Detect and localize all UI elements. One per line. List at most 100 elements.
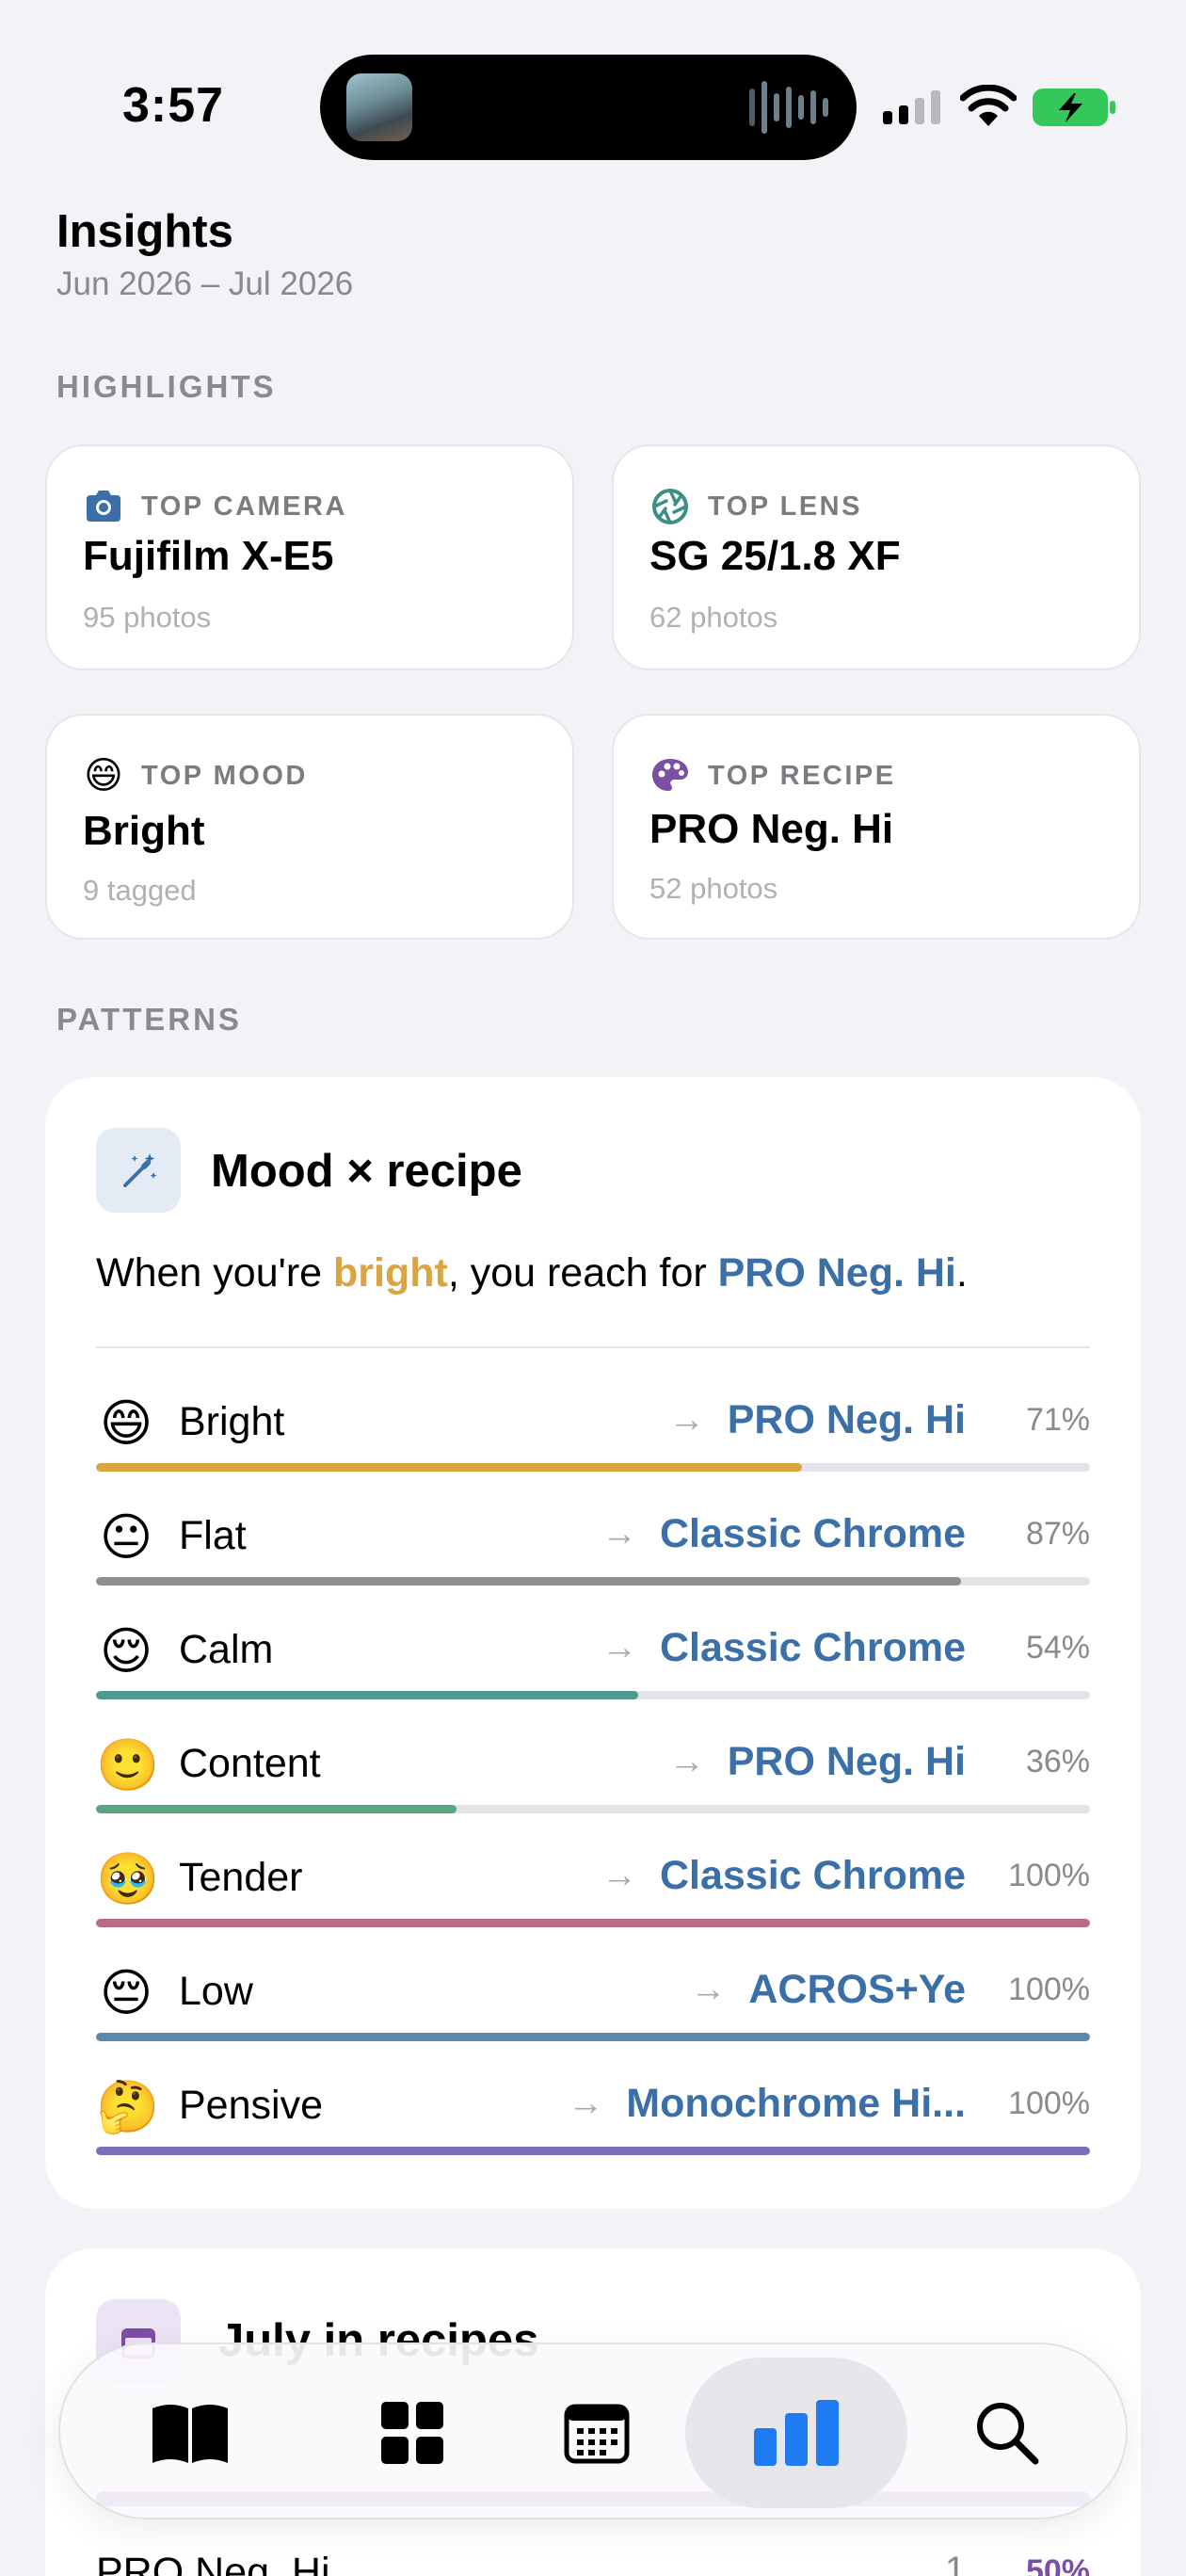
thinking-face-icon: 🤔 xyxy=(96,2079,160,2135)
highlight-count: 52 photos xyxy=(649,872,778,905)
smiling-face-icon: 🙂 xyxy=(96,1737,160,1794)
tab-search[interactable] xyxy=(896,2358,1118,2508)
recipe-name: Classic Chrome xyxy=(659,1625,966,1670)
mood-row-pensive[interactable]: 🤔 Pensive → Monochrome Hi... 100% xyxy=(96,2077,1090,2171)
recipe-name: ACROS+Ye xyxy=(748,1967,966,2012)
recipe-name: PRO Neg. Hi xyxy=(727,1397,966,1442)
arrow-right-icon: → xyxy=(601,1514,637,1554)
recipe-percent: 100% xyxy=(1008,2085,1090,2121)
progress-track xyxy=(96,1463,1090,1472)
status-time: 3:57 xyxy=(122,78,225,133)
progress-fill xyxy=(96,2147,1090,2155)
mood-row-tender[interactable]: 🥹 Tender → Classic Chrome 100% xyxy=(96,1849,1090,1943)
camera-icon xyxy=(87,491,120,522)
arrow-right-icon: → xyxy=(601,1856,637,1895)
summary-middle: , you reach for xyxy=(447,1250,718,1296)
progress-fill xyxy=(96,2033,1090,2041)
summary-prefix: When you're xyxy=(96,1250,333,1296)
highlight-count: 95 photos xyxy=(83,601,212,634)
audio-waveform-icon xyxy=(749,81,828,134)
pleading-face-icon: 🥹 xyxy=(96,1851,160,1908)
highlight-value: PRO Neg. Hi xyxy=(649,806,894,852)
recipe-percent: 50% xyxy=(1025,2553,1090,2576)
bar-chart-icon xyxy=(754,2400,839,2466)
palette-icon xyxy=(652,759,688,791)
section-label-patterns: PATTERNS xyxy=(56,1002,242,1037)
mood-label: Content xyxy=(179,1741,321,1786)
recipe-name: PRO Neg. Hi xyxy=(727,1739,966,1784)
mood-row-flat[interactable]: 😐 Flat → Classic Chrome 87% xyxy=(96,1507,1090,1602)
recipe-percent: 100% xyxy=(1008,1858,1090,1893)
grinning-face-icon: 😄 xyxy=(99,1395,153,1452)
date-range: Jun 2026 – Jul 2026 xyxy=(56,266,354,302)
arrow-right-icon: → xyxy=(601,1628,637,1667)
progress-fill xyxy=(96,1463,802,1472)
highlight-count: 62 photos xyxy=(649,601,778,634)
mood-row-content[interactable]: 🙂 Content → PRO Neg. Hi 36% xyxy=(96,1735,1090,1829)
recipe-count: 1 xyxy=(944,2550,966,2576)
calendar-icon xyxy=(564,2404,630,2464)
mood-row-calm[interactable]: 😌 Calm → Classic Chrome 54% xyxy=(96,1621,1090,1715)
progress-track xyxy=(96,1919,1090,1927)
magic-wand-icon xyxy=(96,1128,181,1213)
highlight-card-top-camera[interactable]: TOP CAMERA Fujifilm X-E5 95 photos xyxy=(45,444,574,670)
mood-label: Pensive xyxy=(179,2083,323,2128)
highlight-card-top-recipe[interactable]: TOP RECIPE PRO Neg. Hi 52 photos xyxy=(612,714,1141,940)
search-icon xyxy=(977,2403,1039,2465)
highlight-count: 9 tagged xyxy=(83,874,197,907)
neutral-face-icon: 😐 xyxy=(99,1509,153,1566)
recipe-percent: 36% xyxy=(1025,1744,1090,1779)
recipe-name: PRO Neg. Hi xyxy=(96,2550,330,2576)
mood-label: Calm xyxy=(179,1627,274,1672)
recipe-name: Monochrome Hi... xyxy=(626,2081,966,2126)
recipe-percent: 54% xyxy=(1025,1630,1090,1666)
highlight-card-top-lens[interactable]: TOP LENS SG 25/1.8 XF 62 photos xyxy=(612,444,1141,670)
progress-track xyxy=(96,1691,1090,1699)
progress-fill xyxy=(96,1919,1090,1927)
highlight-card-top-mood[interactable]: 😄 TOP MOOD Bright 9 tagged xyxy=(45,714,574,940)
progress-fill xyxy=(96,1691,638,1699)
summary-recipe: PRO Neg. Hi xyxy=(717,1250,956,1296)
recipe-name: Classic Chrome xyxy=(659,1853,966,1898)
mood-row-bright[interactable]: 😄 Bright → PRO Neg. Hi 71% xyxy=(96,1393,1090,1488)
tab-journal[interactable] xyxy=(79,2358,301,2508)
highlight-label: TOP MOOD xyxy=(141,760,308,791)
tab-insights[interactable] xyxy=(685,2358,907,2508)
dynamic-island[interactable] xyxy=(320,55,857,160)
arrow-right-icon: → xyxy=(690,1970,727,2009)
section-label-highlights: HIGHLIGHTS xyxy=(56,369,277,404)
recipe-row[interactable]: PRO Neg. Hi 1 50% xyxy=(96,2550,1090,2576)
now-playing-artwork xyxy=(346,73,412,141)
mood-row-low[interactable]: 😔 Low → ACROS+Ye 100% xyxy=(96,1963,1090,2057)
divider xyxy=(96,1346,1090,1348)
grinning-face-icon: 😄 xyxy=(84,755,123,797)
grid-icon xyxy=(381,2402,443,2464)
page-title: Insights xyxy=(56,206,233,257)
mood-label: Tender xyxy=(179,1855,303,1900)
mood-label: Bright xyxy=(179,1399,285,1444)
highlight-value: Fujifilm X-E5 xyxy=(83,533,334,579)
tab-calendar[interactable] xyxy=(486,2358,708,2508)
highlight-value: SG 25/1.8 XF xyxy=(649,533,901,579)
progress-track xyxy=(96,1577,1090,1586)
pensive-face-icon: 😔 xyxy=(99,1965,153,2021)
highlight-label: TOP RECIPE xyxy=(708,760,896,791)
progress-track xyxy=(96,2147,1090,2155)
battery-charging-icon xyxy=(1033,89,1115,126)
status-bar: 3:57 xyxy=(0,0,1186,188)
arrow-right-icon: → xyxy=(568,2084,604,2123)
mood-recipe-summary: When you're bright, you reach for PRO Ne… xyxy=(96,1250,968,1296)
highlight-label: TOP CAMERA xyxy=(141,491,347,522)
highlight-label: TOP LENS xyxy=(708,491,862,522)
book-icon xyxy=(152,2405,228,2463)
recipe-percent: 87% xyxy=(1025,1516,1090,1552)
tab-bar xyxy=(58,2343,1128,2520)
recipe-percent: 100% xyxy=(1008,1972,1090,2007)
progress-fill xyxy=(96,1577,961,1586)
summary-mood: bright xyxy=(333,1250,448,1296)
aperture-icon xyxy=(652,489,688,524)
recipe-percent: 71% xyxy=(1025,1402,1090,1438)
wifi-icon xyxy=(960,85,1017,126)
arrow-right-icon: → xyxy=(668,1400,705,1440)
mood-label: Flat xyxy=(179,1513,247,1558)
